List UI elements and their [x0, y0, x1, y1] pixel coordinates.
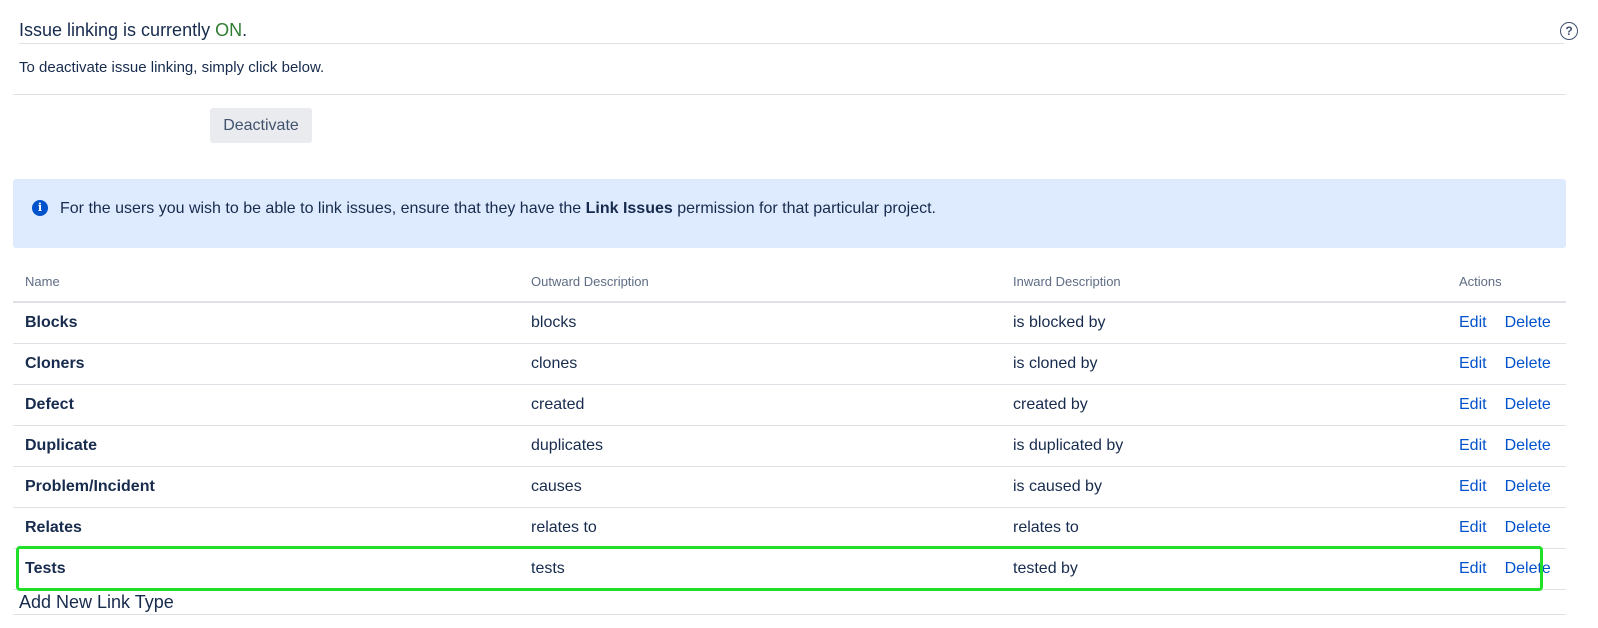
info-text-after: permission for that particular project. — [672, 200, 936, 217]
delete-link[interactable]: Delete — [1505, 396, 1551, 413]
link-types-table: Name Outward Description Inward Descript… — [13, 262, 1566, 590]
info-text-before: For the users you wish to be able to lin… — [60, 200, 586, 217]
header-outward: Outward Description — [519, 262, 1001, 303]
outward-description: blocks — [519, 302, 1001, 344]
row-actions: Edit Delete — [1447, 507, 1566, 549]
info-message: i For the users you wish to be able to l… — [13, 179, 1566, 248]
row-actions: Edit Delete — [1447, 384, 1566, 426]
outward-description: tests — [519, 548, 1001, 590]
row-actions: Edit Delete — [1447, 302, 1566, 344]
row-actions: Edit Delete — [1447, 548, 1566, 590]
inward-description: is duplicated by — [1001, 425, 1447, 467]
delete-link[interactable]: Delete — [1505, 519, 1551, 536]
outward-description: causes — [519, 466, 1001, 508]
divider — [13, 94, 1566, 95]
edit-link[interactable]: Edit — [1459, 314, 1487, 331]
link-name: Duplicate — [13, 425, 519, 467]
edit-link[interactable]: Edit — [1459, 355, 1487, 372]
link-name: Cloners — [13, 343, 519, 385]
question-circle-icon[interactable]: ? — [1560, 22, 1578, 40]
header-inward: Inward Description — [1001, 262, 1447, 303]
inward-description: is caused by — [1001, 466, 1447, 508]
inward-description: is cloned by — [1001, 343, 1447, 385]
delete-link[interactable]: Delete — [1505, 355, 1551, 372]
status-state: ON — [215, 20, 243, 40]
table-row: Problem/Incident causes is caused by Edi… — [13, 466, 1566, 508]
deactivate-hint: To deactivate issue linking, simply clic… — [19, 59, 325, 76]
row-actions: Edit Delete — [1447, 343, 1566, 385]
inward-description: is blocked by — [1001, 302, 1447, 344]
link-name: Defect — [13, 384, 519, 426]
info-text-bold: Link Issues — [585, 200, 673, 217]
status-prefix: Issue linking is currently — [19, 20, 216, 40]
info-text: For the users you wish to be able to lin… — [60, 200, 936, 218]
table-row: Defect created created by Edit Delete — [13, 384, 1566, 426]
inward-description: tested by — [1001, 548, 1447, 590]
header-name: Name — [13, 262, 519, 303]
divider — [13, 614, 1566, 615]
info-icon: i — [32, 200, 48, 216]
delete-link[interactable]: Delete — [1505, 314, 1551, 331]
table-row: Cloners clones is cloned by Edit Delete — [13, 343, 1566, 385]
link-name: Tests — [13, 548, 519, 590]
edit-link[interactable]: Edit — [1459, 437, 1487, 454]
outward-description: relates to — [519, 507, 1001, 549]
delete-link[interactable]: Delete — [1505, 478, 1551, 495]
outward-description: clones — [519, 343, 1001, 385]
table-header-row: Name Outward Description Inward Descript… — [13, 262, 1566, 303]
edit-link[interactable]: Edit — [1459, 560, 1487, 577]
edit-link[interactable]: Edit — [1459, 478, 1487, 495]
table-row: Tests tests tested by Edit Delete — [13, 548, 1566, 590]
issue-linking-status: Issue linking is currently ON. — [19, 20, 1564, 44]
outward-description: duplicates — [519, 425, 1001, 467]
edit-link[interactable]: Edit — [1459, 396, 1487, 413]
table-row: Duplicate duplicates is duplicated by Ed… — [13, 425, 1566, 467]
inward-description: created by — [1001, 384, 1447, 426]
delete-link[interactable]: Delete — [1505, 560, 1551, 577]
link-name: Relates — [13, 507, 519, 549]
table-row: Relates relates to relates to Edit Delete — [13, 507, 1566, 549]
row-actions: Edit Delete — [1447, 425, 1566, 467]
status-suffix: . — [242, 20, 248, 40]
edit-link[interactable]: Edit — [1459, 519, 1487, 536]
table-row: Blocks blocks is blocked by Edit Delete — [13, 302, 1566, 344]
add-link-type-heading: Add New Link Type — [19, 592, 174, 612]
delete-link[interactable]: Delete — [1505, 437, 1551, 454]
header-actions: Actions — [1447, 262, 1566, 303]
outward-description: created — [519, 384, 1001, 426]
inward-description: relates to — [1001, 507, 1447, 549]
link-name: Blocks — [13, 302, 519, 344]
row-actions: Edit Delete — [1447, 466, 1566, 508]
deactivate-button[interactable]: Deactivate — [210, 108, 312, 143]
link-name: Problem/Incident — [13, 466, 519, 508]
